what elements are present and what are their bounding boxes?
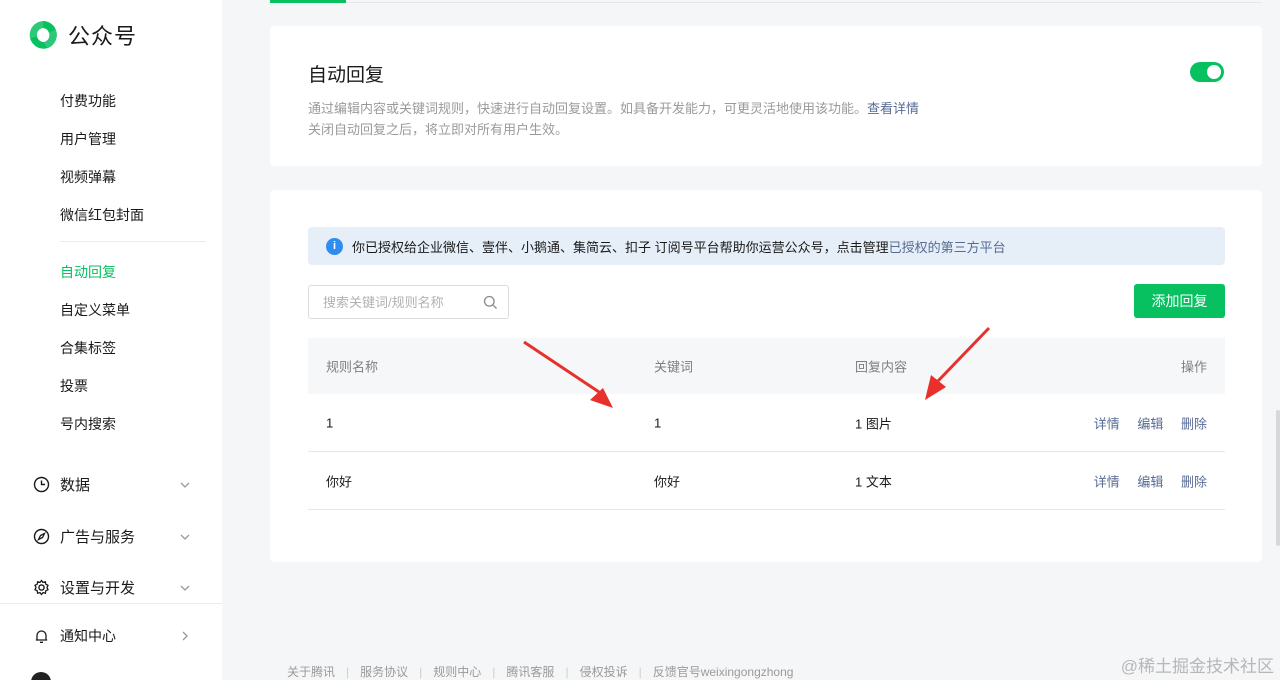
rule-name-cell: 1 [326, 415, 334, 430]
column-header-actions: 操作 [1180, 359, 1207, 375]
auto-reply-card: 自动回复 通过编辑内容或关键词规则，快速进行自动回复设置。如具备开发能力，可更灵… [270, 26, 1262, 166]
toggle-knob [1207, 65, 1221, 79]
footer-link-about[interactable]: 关于腾讯 [287, 663, 335, 680]
footer-separator: | [419, 664, 423, 679]
search-box [308, 285, 509, 319]
column-header-reply-content: 回复内容 [855, 359, 908, 375]
footer-link-feedback[interactable]: 反馈官号weixingongzhong [653, 663, 794, 680]
sidebar-group-label: 数据 [60, 477, 91, 494]
scrollbar[interactable] [1276, 410, 1280, 546]
bell-icon [32, 627, 50, 645]
page-title: 自动回复 [308, 65, 385, 86]
wechat-logo-icon [29, 21, 57, 49]
info-icon: i [326, 237, 343, 255]
sidebar-item-video-danmaku[interactable]: 视频弹幕 [60, 167, 116, 187]
sidebar-divider [60, 241, 206, 242]
authorization-notice: i 你已授权给企业微信、壹伴、小鹅通、集简云、扣子 订阅号平台帮助你运营公众号，… [308, 227, 1225, 265]
sidebar-item-notification-center[interactable]: 通知中心 [32, 626, 192, 646]
sidebar-group-label: 广告与服务 [60, 529, 136, 546]
delete-link[interactable]: 删除 [1181, 416, 1207, 431]
watermark: @稀土掘金技术社区 [1120, 657, 1274, 676]
chevron-down-icon [178, 530, 192, 544]
table-row: 你好 你好 1 文本 详情 编辑 删除 [308, 452, 1225, 510]
table-header: 规则名称 关键词 回复内容 操作 [308, 338, 1225, 394]
details-link[interactable]: 详情 [1094, 416, 1120, 431]
notice-text: 你已授权给企业微信、壹伴、小鹅通、集简云、扣子 订阅号平台帮助你运营公众号，点击… [352, 239, 889, 255]
sidebar-group-ads-services[interactable]: 广告与服务 [32, 526, 192, 547]
sidebar-item-vote[interactable]: 投票 [60, 376, 88, 396]
add-reply-button[interactable]: 添加回复 [1134, 284, 1225, 318]
sidebar-divider [0, 603, 222, 604]
table-row: 1 1 1 图片 详情 编辑 删除 [308, 394, 1225, 452]
rule-name-cell: 你好 [326, 474, 353, 489]
auto-reply-toggle[interactable] [1190, 62, 1224, 82]
edit-link[interactable]: 编辑 [1137, 474, 1163, 489]
clock-icon [32, 476, 50, 494]
footer-separator: | [346, 664, 350, 679]
sidebar-item-auto-reply[interactable]: 自动回复 [60, 262, 116, 282]
column-header-rule-name: 规则名称 [326, 359, 379, 375]
footer-link-customer-service[interactable]: 腾讯客服 [506, 663, 554, 680]
footer-separator: | [638, 664, 642, 679]
description-line-1: 通过编辑内容或关键词规则，快速进行自动回复设置。如具备开发能力，可更灵活地使用该… [308, 101, 868, 116]
chevron-down-icon [178, 581, 192, 595]
avatar[interactable] [31, 672, 51, 680]
actions-cell: 详情 编辑 删除 [1080, 413, 1207, 432]
active-tab-indicator [270, 0, 346, 3]
sidebar-group-label: 设置与开发 [60, 580, 136, 597]
details-link[interactable]: 详情 [1094, 474, 1120, 489]
chevron-right-icon [178, 629, 192, 643]
footer-link-rules-center[interactable]: 规则中心 [433, 663, 481, 680]
sidebar-item-collection-tags[interactable]: 合集标签 [60, 338, 116, 358]
rules-card: i 你已授权给企业微信、壹伴、小鹅通、集简云、扣子 订阅号平台帮助你运营公众号，… [270, 190, 1262, 562]
column-header-keyword: 关键词 [654, 359, 694, 375]
auto-reply-description: 通过编辑内容或关键词规则，快速进行自动回复设置。如具备开发能力，可更灵活地使用该… [308, 98, 919, 140]
sidebar-notify-label: 通知中心 [60, 628, 116, 644]
search-icon[interactable] [483, 295, 498, 310]
reply-content-cell: 1 图片 [855, 416, 892, 431]
edit-link[interactable]: 编辑 [1137, 416, 1163, 431]
compass-icon [32, 528, 50, 546]
footer: 关于腾讯 | 服务协议 | 规则中心 | 腾讯客服 | 侵权投诉 | 反馈官号weixin… [287, 663, 793, 680]
chevron-down-icon [178, 478, 192, 492]
sidebar-item-paid-features[interactable]: 付费功能 [60, 91, 116, 111]
reply-content-cell: 1 文本 [855, 474, 892, 489]
sidebar: 公众号 付费功能 用户管理 视频弹幕 微信红包封面 自动回复 自定义菜单 合集标… [0, 0, 222, 680]
footer-link-infringement[interactable]: 侵权投诉 [580, 663, 628, 680]
sidebar-item-red-packet-cover[interactable]: 微信红包封面 [60, 205, 144, 225]
app-logo[interactable]: 公众号 [26, 18, 137, 52]
sidebar-item-in-account-search[interactable]: 号内搜索 [60, 414, 116, 434]
description-line-2: 关闭自动回复之后，将立即对所有用户生效。 [308, 122, 569, 137]
keyword-cell: 你好 [654, 474, 681, 489]
sidebar-item-user-management[interactable]: 用户管理 [60, 129, 116, 149]
footer-separator: | [492, 664, 496, 679]
gear-icon [32, 579, 50, 597]
sidebar-item-custom-menu[interactable]: 自定义菜单 [60, 300, 130, 320]
footer-separator: | [565, 664, 569, 679]
tab-bar-line [270, 2, 1262, 3]
footer-link-service-agreement[interactable]: 服务协议 [360, 663, 408, 680]
keyword-cell: 1 [654, 415, 662, 430]
sidebar-group-settings-dev[interactable]: 设置与开发 [32, 577, 192, 598]
delete-link[interactable]: 删除 [1181, 474, 1207, 489]
actions-cell: 详情 编辑 删除 [1080, 471, 1207, 490]
view-details-link[interactable]: 查看详情 [867, 101, 919, 116]
search-input[interactable] [309, 286, 474, 318]
third-party-platforms-link[interactable]: 已授权的第三方平台 [889, 237, 1006, 256]
sidebar-group-data[interactable]: 数据 [32, 474, 192, 495]
app-name: 公众号 [68, 24, 138, 49]
